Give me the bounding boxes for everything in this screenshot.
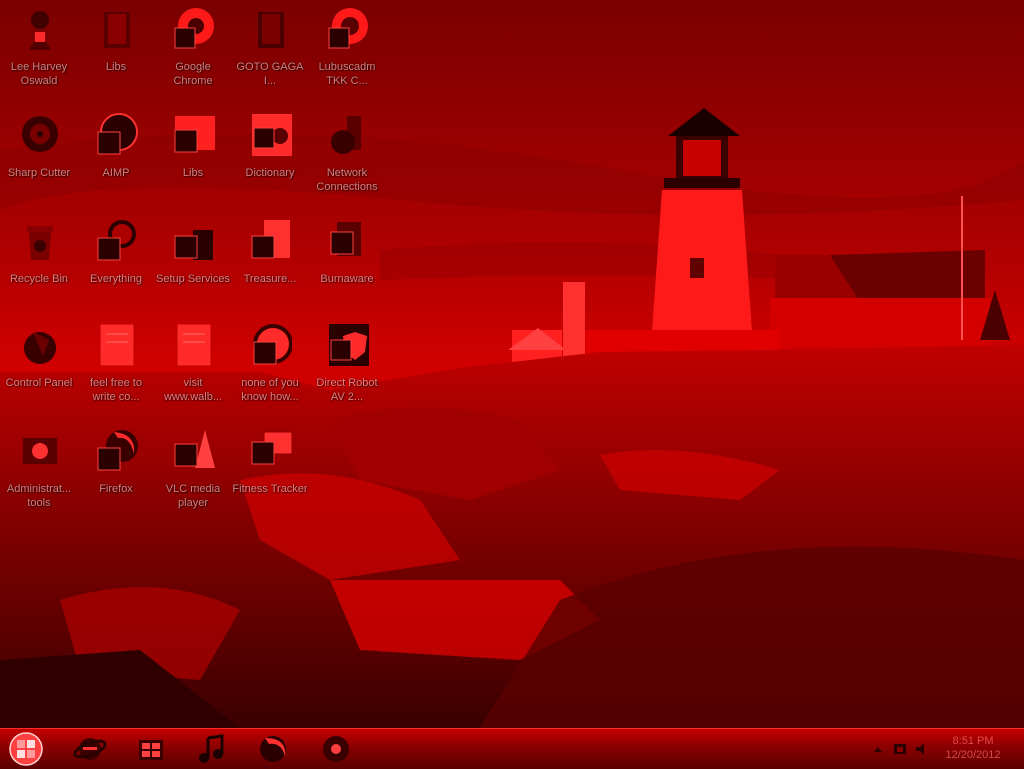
desktop-icon-label: VLC media player <box>165 483 221 509</box>
setup-icon <box>174 230 213 260</box>
desktop-icon-label: Libs <box>182 167 204 179</box>
desktop-icon-label: Direct Robot AV 2... <box>316 377 378 403</box>
desktop-icon-label: Burnaware <box>320 273 374 285</box>
desktop-icon-label: Lubuscadm TKK C... <box>318 61 376 87</box>
desktop-icon-label: Network Connections <box>316 167 378 193</box>
system-tray: 8:51 PM 12/20/2012 <box>864 729 1024 769</box>
text-file-icon <box>253 324 292 365</box>
media-icon <box>174 116 215 153</box>
desktop-icon-control-panel[interactable]: Control Panel <box>1 318 77 416</box>
shield-icon <box>329 324 369 366</box>
clock-date[interactable]: 12/20/2012 <box>938 749 1008 761</box>
desktop-icon-goto-gaga[interactable]: GOTO GAGA I... <box>232 2 308 100</box>
desktop-icon-label: Setup Services <box>156 273 230 285</box>
folder-icon <box>104 12 130 48</box>
desktop-icon-label: feel free to write co... <box>90 377 142 403</box>
recycle-bin-icon <box>27 226 53 260</box>
aimp-icon <box>97 113 138 155</box>
network-icon <box>331 116 361 154</box>
desktop-icon-label: Lee Harvey Oswald <box>10 61 68 87</box>
desktop-icon-label: visit www.walb... <box>163 377 223 403</box>
clock-time[interactable]: 8:51 PM <box>938 735 1008 747</box>
desktop-icon-lee-harvey-oswald[interactable]: Lee Harvey Oswald <box>1 2 77 100</box>
desktop-icon-none-of-you-know[interactable]: none of you know how... <box>232 318 308 416</box>
tools-icon <box>23 438 57 464</box>
desktop-icon-label: Fitness Tracker <box>232 483 308 495</box>
desktop-icon-label: AIMP <box>102 167 130 179</box>
text-file-icon <box>176 323 212 367</box>
desktop-icon-google-chrome[interactable]: Google Chrome <box>155 2 231 100</box>
desktop-icon-burnaware[interactable]: Burnaware <box>309 214 385 312</box>
desktop-icon-label: Recycle Bin <box>9 273 69 285</box>
network-tray-icon[interactable] <box>892 741 908 757</box>
taskbar-music[interactable] <box>192 732 232 766</box>
desktop-icon-direct-robot-av[interactable]: Direct Robot AV 2... <box>309 318 385 416</box>
person-icon <box>29 11 51 50</box>
control-panel-icon <box>24 332 56 364</box>
desktop-icon-setup-services[interactable]: Setup Services <box>155 214 231 312</box>
document-icon <box>251 220 290 259</box>
shortcut-icon <box>328 8 368 49</box>
desktop-icon-fitness-tracker[interactable]: Fitness Tracker <box>232 424 308 522</box>
taskbar-media-center[interactable] <box>131 732 171 766</box>
desktop-icon-label: Administrat... tools <box>6 483 72 509</box>
desktop-icon-recycle-bin[interactable]: Recycle Bin <box>1 214 77 312</box>
desktop-icon-label: GOTO GAGA I... <box>236 61 304 87</box>
taskbar-internet-explorer[interactable] <box>70 732 110 766</box>
desktop-icon-network-connections[interactable]: Network Connections <box>309 108 385 206</box>
desktop-icon-label: Dictionary <box>245 167 295 179</box>
firefox-icon <box>97 430 138 471</box>
desktop-icon-visit-walb[interactable]: visit www.walb... <box>155 318 231 416</box>
taskbar-google-chrome[interactable] <box>316 732 356 766</box>
desktop-icon-lubuscadm[interactable]: Lubuscadm TKK C... <box>309 2 385 100</box>
start-button[interactable] <box>6 731 46 767</box>
desktop-icon-dictionary[interactable]: Dictionary <box>232 108 308 206</box>
desktop-icon-label: Firefox <box>99 483 133 495</box>
desktop-icon-administrative-tools[interactable]: Administrat... tools <box>1 424 77 522</box>
disc-icon <box>22 116 58 152</box>
taskbar-firefox[interactable] <box>253 732 293 766</box>
taskbar: 8:51 PM 12/20/2012 <box>0 728 1024 769</box>
desktop-icon-sharp-cutter[interactable]: Sharp Cutter <box>1 108 77 206</box>
music-note-icon <box>199 734 224 763</box>
media-center-icon <box>139 740 163 760</box>
desktop-icon-label: Google Chrome <box>173 61 213 87</box>
internet-explorer-icon <box>73 738 107 760</box>
firefox-icon <box>260 736 286 762</box>
desktop-icon-label: Libs <box>105 61 127 73</box>
chrome-icon <box>323 736 349 762</box>
desktop-icon-aimp[interactable]: AIMP <box>78 108 154 206</box>
desktop-icon-label: Treasure... <box>243 273 297 285</box>
desktop: Lee Harvey Oswald Libs Google Chrome GOT… <box>0 0 1024 728</box>
search-icon <box>97 220 136 261</box>
desktop-icon-label: Control Panel <box>5 377 73 389</box>
desktop-icon-label: none of you know how... <box>241 377 299 403</box>
chrome-icon <box>174 8 214 49</box>
volume-icon[interactable] <box>914 741 930 757</box>
desktop-icon-feel-free-to-write[interactable]: feel free to write co... <box>78 318 154 416</box>
desktop-icon-label: Everything <box>90 273 142 285</box>
desktop-icon-firefox[interactable]: Firefox <box>78 424 154 522</box>
text-file-icon <box>99 323 135 367</box>
desktop-icon-treasure[interactable]: Treasure... <box>232 214 308 312</box>
folder-icon <box>258 12 284 48</box>
desktop-icon-label: Sharp Cutter <box>7 167 71 179</box>
desktop-icon-libs[interactable]: Libs <box>78 2 154 100</box>
desktop-icon-vlc-media-player[interactable]: VLC media player <box>155 424 231 522</box>
vlc-icon <box>174 430 215 468</box>
burn-icon <box>330 222 361 256</box>
dictionary-icon <box>252 114 292 156</box>
app-icon <box>251 431 292 465</box>
desktop-icon-libs-media[interactable]: Libs <box>155 108 231 206</box>
show-hidden-icons-icon[interactable] <box>870 741 886 757</box>
desktop-icon-everything[interactable]: Everything <box>78 214 154 312</box>
